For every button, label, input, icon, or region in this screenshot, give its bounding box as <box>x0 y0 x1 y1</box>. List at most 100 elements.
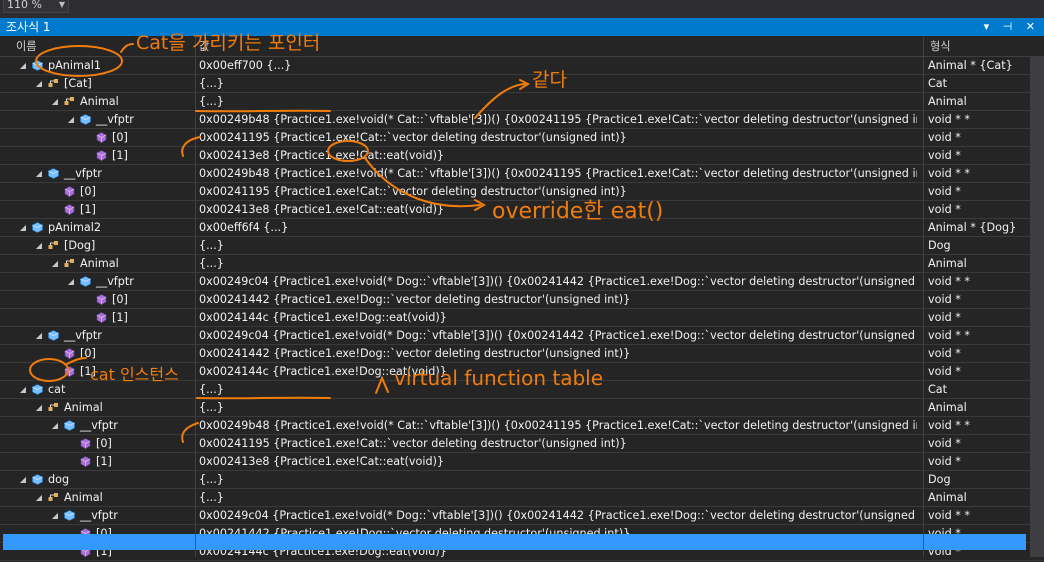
type-cell: Animal <box>928 95 967 108</box>
expand-toggle-icon[interactable]: ◢ <box>66 273 76 290</box>
function-pointer-icon <box>96 312 107 323</box>
expand-toggle-icon[interactable]: ◢ <box>18 471 28 488</box>
value-cell[interactable]: 0x00249b48 {Practice1.exe!void(* Cat::`v… <box>199 165 917 182</box>
watch-row[interactable]: ◢ Animal {...} Animal <box>0 399 1044 417</box>
watch-row[interactable]: ◢ [Cat] {...} Cat <box>0 75 1044 93</box>
base-class-icon <box>48 403 58 411</box>
variable-name: __vfptr <box>80 509 118 522</box>
value-cell[interactable]: 0x00eff700 {...} <box>199 57 917 74</box>
value-cell[interactable]: {...} <box>199 75 917 92</box>
watch-row[interactable]: [1] 0x002413e8 {Practice1.exe!Cat::eat(vo… <box>0 147 1044 165</box>
value-cell[interactable]: {...} <box>199 471 917 488</box>
expand-toggle-icon[interactable]: ◢ <box>34 237 44 254</box>
watch-row[interactable]: [1] 0x0024144c {Practice1.exe!Dog::eat(vo… <box>0 363 1044 381</box>
expand-toggle-icon[interactable]: ◢ <box>18 381 28 398</box>
variable-icon <box>32 384 43 395</box>
watch-row[interactable]: [0] 0x00241195 {Practice1.exe!Cat::`vecto… <box>0 129 1044 147</box>
zoom-value: 110 % <box>7 0 42 11</box>
value-cell[interactable]: 0x0024144c {Practice1.exe!Dog::eat(void)… <box>199 363 917 380</box>
expand-toggle-icon[interactable]: ◢ <box>50 507 60 524</box>
value-cell[interactable]: 0x00249b48 {Practice1.exe!void(* Cat::`v… <box>199 417 917 434</box>
variable-name: __vfptr <box>80 419 118 432</box>
expand-toggle-icon[interactable]: ◢ <box>18 57 28 74</box>
value-cell[interactable]: 0x00241195 {Practice1.exe!Cat::`vector d… <box>199 435 917 452</box>
new-watch-row[interactable] <box>3 534 1026 550</box>
value-cell[interactable]: 0x00249b48 {Practice1.exe!void(* Cat::`v… <box>199 111 917 128</box>
watch-row[interactable]: ◢ dog {...} Dog <box>0 471 1044 489</box>
panel-window-buttons[interactable]: ▾ ⊣ ✕ <box>984 18 1040 36</box>
watch-panel-titlebar: 조사식 1 ▾ ⊣ ✕ <box>0 18 1044 36</box>
watch-row[interactable]: [0] 0x00241195 {Practice1.exe!Cat::`vecto… <box>0 435 1044 453</box>
variable-name: [1] <box>112 149 128 162</box>
value-cell[interactable]: 0x00249c04 {Practice1.exe!void(* Dog::`v… <box>199 507 917 524</box>
type-cell: void * * <box>928 113 970 126</box>
watch-row[interactable]: ◢ __vfptr 0x00249c04 {Practice1.exe!void(*… <box>0 273 1044 291</box>
watch-row[interactable]: [0] 0x00241442 {Practice1.exe!Dog::`vecto… <box>0 291 1044 309</box>
expand-toggle-icon[interactable]: ◢ <box>34 75 44 92</box>
watch-row[interactable]: [1] 0x0024144c {Practice1.exe!Dog::eat(vo… <box>0 309 1044 327</box>
value-cell[interactable]: {...} <box>199 237 917 254</box>
value-cell[interactable]: {...} <box>199 489 917 506</box>
value-cell[interactable]: 0x00249c04 {Practice1.exe!void(* Dog::`v… <box>199 273 917 290</box>
value-cell[interactable]: {...} <box>199 255 917 272</box>
expand-toggle-icon[interactable]: ◢ <box>34 165 44 182</box>
expand-toggle-icon[interactable]: ◢ <box>50 417 60 434</box>
value-cell[interactable]: 0x00241442 {Practice1.exe!Dog::`vector d… <box>199 345 917 362</box>
value-cell[interactable]: 0x002413e8 {Practice1.exe!Cat::eat(void)… <box>199 453 917 470</box>
name-cell: [0] <box>0 435 193 452</box>
value-cell[interactable]: 0x00241442 {Practice1.exe!Dog::`vector d… <box>199 291 917 308</box>
watch-row[interactable]: ◢ Animal {...} Animal <box>0 93 1044 111</box>
value-cell[interactable]: {...} <box>199 93 917 110</box>
expand-toggle-icon[interactable]: ◢ <box>34 489 44 506</box>
base-class-icon <box>64 259 74 267</box>
watch-row[interactable]: ◢ __vfptr 0x00249c04 {Practice1.exe!void(*… <box>0 327 1044 345</box>
expand-toggle-icon[interactable]: ◢ <box>34 327 44 344</box>
value-cell[interactable]: 0x0024144c {Practice1.exe!Dog::eat(void)… <box>199 309 917 326</box>
chevron-down-icon: ▼ <box>58 0 65 9</box>
variable-name: Animal <box>80 95 119 108</box>
watch-row[interactable]: ◢ Animal {...} Animal <box>0 255 1044 273</box>
watch-row[interactable]: ◢ [Dog] {...} Dog <box>0 237 1044 255</box>
watch-row[interactable]: ◢ pAnimal2 0x00eff6f4 {...} Animal * {Dog} <box>0 219 1044 237</box>
value-cell[interactable]: 0x002413e8 {Practice1.exe!Cat::eat(void)… <box>199 201 917 218</box>
variable-icon <box>64 510 75 521</box>
watch-row[interactable]: ◢ __vfptr 0x00249b48 {Practice1.exe!void(*… <box>0 417 1044 435</box>
watch-row[interactable]: ◢ pAnimal1 0x00eff700 {...} Animal * {Cat} <box>0 57 1044 75</box>
column-name-header[interactable]: 이름 <box>16 37 37 56</box>
column-value-header[interactable]: 값 <box>199 37 209 56</box>
variable-name: [Cat] <box>64 77 92 90</box>
expand-toggle-icon[interactable]: ◢ <box>34 399 44 416</box>
watch-row[interactable]: ◢ __vfptr 0x00249b48 {Practice1.exe!void(*… <box>0 165 1044 183</box>
value-cell[interactable]: {...} <box>199 399 917 416</box>
watch-row[interactable]: [1] 0x002413e8 {Practice1.exe!Cat::eat(vo… <box>0 201 1044 219</box>
name-cell: ◢ pAnimal1 <box>0 57 193 74</box>
vertical-scrollbar[interactable] <box>1030 57 1044 557</box>
watch-row[interactable]: [0] 0x00241442 {Practice1.exe!Dog::`vecto… <box>0 345 1044 363</box>
value-cell[interactable]: 0x00241195 {Practice1.exe!Cat::`vector d… <box>199 183 917 200</box>
watch-row[interactable]: ◢ __vfptr 0x00249c04 {Practice1.exe!void(*… <box>0 507 1044 525</box>
watch-row[interactable]: ◢ cat {...} Cat <box>0 381 1044 399</box>
name-cell: ◢ __vfptr <box>0 111 193 128</box>
expand-toggle-icon[interactable]: ◢ <box>50 255 60 272</box>
column-type-header[interactable]: 형식 <box>930 37 951 56</box>
value-cell[interactable]: 0x00eff6f4 {...} <box>199 219 917 236</box>
type-cell: void * <box>928 311 961 324</box>
expand-toggle-icon[interactable]: ◢ <box>66 111 76 128</box>
expand-toggle-icon[interactable]: ◢ <box>18 219 28 236</box>
value-cell[interactable]: 0x00249c04 {Practice1.exe!void(* Dog::`v… <box>199 327 917 344</box>
value-cell[interactable]: 0x00241195 {Practice1.exe!Cat::`vector d… <box>199 129 917 146</box>
expand-toggle-icon[interactable]: ◢ <box>50 93 60 110</box>
value-cell[interactable]: 0x002413e8 {Practice1.exe!Cat::eat(void)… <box>199 147 917 164</box>
value-cell[interactable]: {...} <box>199 381 917 398</box>
base-class-icon <box>48 493 58 501</box>
type-cell: void * <box>928 149 961 162</box>
watch-row[interactable]: ◢ Animal {...} Animal <box>0 489 1044 507</box>
type-cell: void * <box>928 365 961 378</box>
zoom-dropdown[interactable]: 110 % ▼ <box>3 0 69 13</box>
watch-row[interactable]: [1] 0x002413e8 {Practice1.exe!Cat::eat(vo… <box>0 453 1044 471</box>
variable-icon <box>80 276 91 287</box>
row-divider <box>923 534 924 550</box>
base-class-icon <box>48 241 58 249</box>
watch-row[interactable]: [0] 0x00241195 {Practice1.exe!Cat::`vecto… <box>0 183 1044 201</box>
watch-row[interactable]: ◢ __vfptr 0x00249b48 {Practice1.exe!void(*… <box>0 111 1044 129</box>
